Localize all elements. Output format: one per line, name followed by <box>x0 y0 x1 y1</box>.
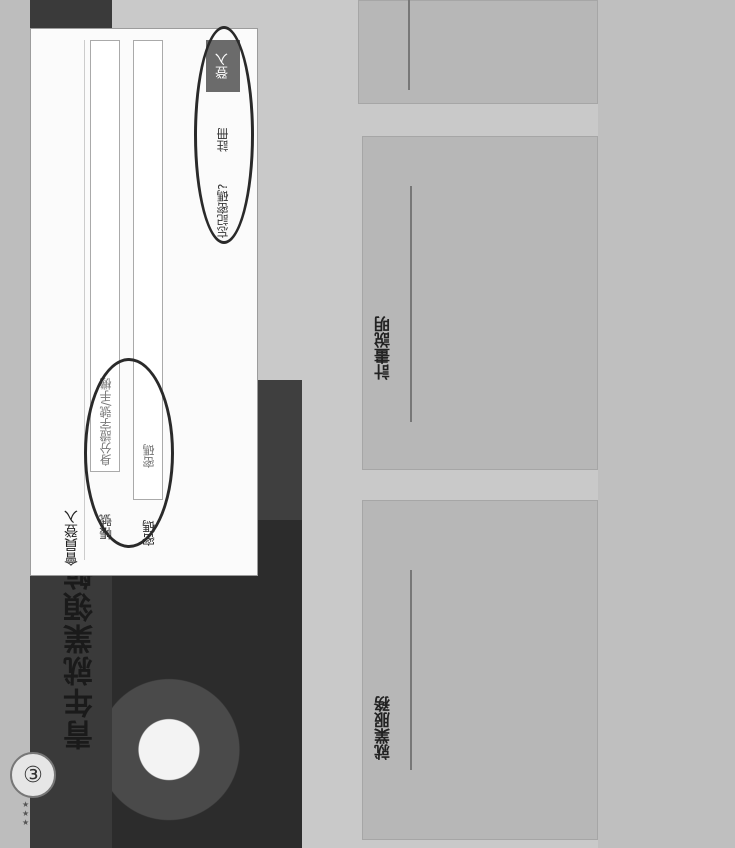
page-stage: ③ ★ ★ ★ 青年就業領航 會員登入 帳號 身分證字號/手機 密碼 密碼 登入 註… <box>0 0 735 848</box>
content-card-top[interactable] <box>358 0 598 104</box>
highlight-ellipse-login <box>194 26 254 244</box>
logo-stars-icon: ★ ★ ★ <box>22 800 30 827</box>
header-top-edge <box>0 0 30 848</box>
card-divider <box>410 570 412 770</box>
card-title-service: 就業服務 <box>374 696 393 760</box>
modal-divider <box>84 40 85 560</box>
card-divider <box>410 186 412 422</box>
login-modal-title: 會員登入 <box>64 510 80 566</box>
page-right-margin <box>598 0 735 848</box>
content-card-plan[interactable] <box>362 136 598 470</box>
logo-emblem-icon: ③ <box>23 762 43 788</box>
card-divider <box>408 0 410 90</box>
content-card-service[interactable] <box>362 500 598 840</box>
highlight-ellipse-inputs <box>84 358 174 548</box>
site-logo[interactable]: ③ <box>10 752 56 798</box>
card-title-plan: 計畫說明 <box>374 316 393 380</box>
